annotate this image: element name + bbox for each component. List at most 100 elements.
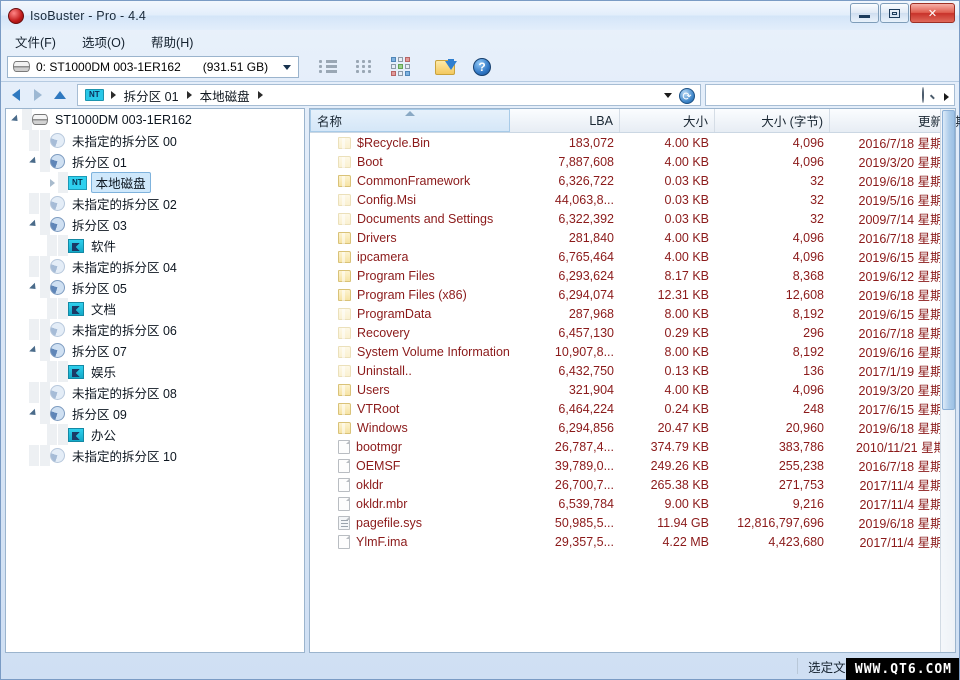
file-date-cell: 2019/6/16 星期日 ...: [858, 346, 955, 360]
device-tree-panel[interactable]: ST1000DM 003-1ER162 未指定的拆分区 00 拆分区 01 NT 本地磁…: [5, 108, 305, 653]
file-name: YlmF.ima: [356, 534, 408, 549]
expander-open-icon[interactable]: [28, 156, 40, 166]
tree-node-12[interactable]: 娱乐: [6, 361, 304, 382]
tree-node-0[interactable]: ST1000DM 003-1ER162: [6, 109, 304, 130]
expander-open-icon[interactable]: [28, 282, 40, 292]
tree-node-16[interactable]: 未指定的拆分区 10: [6, 445, 304, 466]
tree-node-10[interactable]: 未指定的拆分区 06: [6, 319, 304, 340]
partition-icon: [50, 343, 65, 358]
chevron-down-icon[interactable]: [283, 64, 291, 70]
table-row[interactable]: VTRoot 6,464,224 0.24 KB 248 2017/6/15 星期四 .…: [310, 399, 955, 418]
breadcrumb[interactable]: NT 拆分区 01 本地磁盘 ⟳: [77, 84, 701, 106]
table-row[interactable]: CommonFramework 6,326,722 0.03 KB 32 2019/6/…: [310, 171, 955, 190]
col-size-header[interactable]: 大小: [620, 109, 715, 132]
extract-folder-icon: [435, 58, 457, 76]
col-lba-header[interactable]: LBA: [510, 109, 620, 132]
view-list-button[interactable]: [313, 54, 343, 80]
file-lba-cell: 6,293,624: [558, 268, 614, 283]
tree-node-13[interactable]: 未指定的拆分区 08: [6, 382, 304, 403]
forward-button[interactable]: [27, 84, 49, 106]
drive-selector[interactable]: 0: ST1000DM 003-1ER162 (931.51 GB): [7, 55, 299, 78]
addressbar: NT 拆分区 01 本地磁盘 ⟳: [1, 82, 959, 108]
table-row[interactable]: Config.Msi 44,063,8... 0.03 KB 32 2019/5/16 …: [310, 190, 955, 209]
tree-node-8[interactable]: 拆分区 05: [6, 277, 304, 298]
maximize-button[interactable]: [880, 3, 909, 23]
tree-node-2[interactable]: 拆分区 01: [6, 151, 304, 172]
folder-icon: [338, 155, 351, 169]
tree-node-14[interactable]: 拆分区 09: [6, 403, 304, 424]
col-name-header[interactable]: 名称: [310, 109, 510, 132]
search-input[interactable]: [705, 84, 955, 106]
view-tiles-button[interactable]: [385, 54, 415, 80]
menu-options[interactable]: 选项(O): [80, 31, 127, 52]
search-icon[interactable]: [922, 87, 936, 103]
table-row[interactable]: Windows 6,294,856 20.47 KB 20,960 2019/6/18 …: [310, 418, 955, 437]
menu-help[interactable]: 帮助(H): [149, 31, 195, 52]
file-date-cell: 2019/3/20 星期三 ...: [858, 384, 955, 398]
file-list-scrollbar[interactable]: [940, 109, 955, 652]
chevron-down-icon[interactable]: [664, 93, 672, 98]
file-bytes-cell: 12,816,797,696: [737, 515, 824, 530]
expander-open-icon[interactable]: [28, 408, 40, 418]
up-button[interactable]: [49, 84, 71, 106]
help-button[interactable]: ?: [467, 54, 497, 80]
tree-node-6[interactable]: 软件: [6, 235, 304, 256]
breadcrumb-item-0[interactable]: 拆分区 01: [120, 86, 183, 105]
expander-open-icon[interactable]: [28, 345, 40, 355]
file-name-cell: Program Files (x86): [310, 288, 510, 302]
tree-node-5[interactable]: 拆分区 03: [6, 214, 304, 235]
refresh-icon[interactable]: ⟳: [679, 88, 695, 104]
tree-node-4[interactable]: 未指定的拆分区 02: [6, 193, 304, 214]
table-row[interactable]: bootmgr 26,787,4... 374.79 KB 383,786 2010/1…: [310, 437, 955, 456]
col-bytes-header[interactable]: 大小 (字节): [715, 109, 830, 132]
tree-node-15[interactable]: 办公: [6, 424, 304, 445]
table-row[interactable]: okldr 26,700,7... 265.38 KB 271,753 2017/11/…: [310, 475, 955, 494]
file-name: Recovery: [357, 325, 410, 340]
table-row[interactable]: Recovery 6,457,130 0.29 KB 296 2016/7/18 星期一…: [310, 323, 955, 342]
expander-open-icon[interactable]: [28, 219, 40, 229]
table-row[interactable]: Boot 7,887,608 4.00 KB 4,096 2019/3/20 星期三 .…: [310, 152, 955, 171]
tree-node-9[interactable]: 文档: [6, 298, 304, 319]
minimize-button[interactable]: [850, 3, 879, 23]
table-row[interactable]: okldr.mbr 6,539,784 9.00 KB 9,216 2017/11/4 …: [310, 494, 955, 513]
tree-node-7[interactable]: 未指定的拆分区 04: [6, 256, 304, 277]
file-name: System Volume Information: [357, 344, 510, 359]
table-row[interactable]: ProgramData 287,968 8.00 KB 8,192 2019/6/15 …: [310, 304, 955, 323]
tree-node-11[interactable]: 拆分区 07: [6, 340, 304, 361]
expander-open-icon[interactable]: [10, 114, 22, 124]
table-row[interactable]: System Volume Information 10,907,8... 8.00…: [310, 342, 955, 361]
expander-closed-icon[interactable]: [46, 178, 58, 187]
file-list-body[interactable]: $Recycle.Bin 183,072 4.00 KB 4,096 2016/7/18…: [310, 133, 955, 652]
tree-node-3[interactable]: NT 本地磁盘: [6, 172, 304, 193]
table-row[interactable]: Uninstall.. 6,432,750 0.13 KB 136 2017/1/19 …: [310, 361, 955, 380]
table-row[interactable]: Program Files (x86) 6,294,074 12.31 KB 12,6…: [310, 285, 955, 304]
table-row[interactable]: YlmF.ima 29,357,5... 4.22 MB 4,423,680 2017/…: [310, 532, 955, 551]
tree-node-label: ST1000DM 003-1ER162: [55, 112, 192, 127]
extract-button[interactable]: [431, 54, 461, 80]
search-options-chevron-icon[interactable]: [944, 93, 949, 101]
menu-file[interactable]: 文件(F): [13, 31, 58, 52]
folder-icon: [338, 136, 351, 150]
file-list-panel[interactable]: 名称LBA大小大小 (字节)更新日期 $Recycle.Bin183,0724.…: [309, 108, 960, 653]
table-row[interactable]: pagefile.sys 50,985,5... 11.94 GB 12,816,79…: [310, 513, 955, 532]
close-button[interactable]: ✕: [910, 3, 955, 23]
table-row[interactable]: Documents and Settings 6,322,392 0.03 KB 32…: [310, 209, 955, 228]
tree-node-1[interactable]: 未指定的拆分区 00: [6, 130, 304, 151]
file-name-cell: OEMSF: [310, 458, 510, 473]
back-button[interactable]: [5, 84, 27, 106]
breadcrumb-item-1[interactable]: 本地磁盘: [196, 86, 254, 105]
file-list-scrollbar-thumb[interactable]: [942, 110, 955, 410]
partition-icon: [50, 406, 65, 421]
arrow-right-icon: [34, 89, 42, 101]
table-row[interactable]: ipcamera 6,765,464 4.00 KB 4,096 2019/6/15 星…: [310, 247, 955, 266]
table-row[interactable]: OEMSF 39,789,0... 249.26 KB 255,238 2016/7/1…: [310, 456, 955, 475]
table-row[interactable]: $Recycle.Bin 183,072 4.00 KB 4,096 2016/7/18…: [310, 133, 955, 152]
partition-icon: [50, 217, 65, 232]
table-row[interactable]: Drivers 281,840 4.00 KB 4,096 2016/7/18 星期一 …: [310, 228, 955, 247]
view-details-button[interactable]: [349, 54, 379, 80]
table-row[interactable]: Users 321,904 4.00 KB 4,096 2019/3/20 星期三 ..…: [310, 380, 955, 399]
partition-icon: [50, 259, 65, 274]
table-row[interactable]: Program Files 6,293,624 8.17 KB 8,368 2019/6…: [310, 266, 955, 285]
